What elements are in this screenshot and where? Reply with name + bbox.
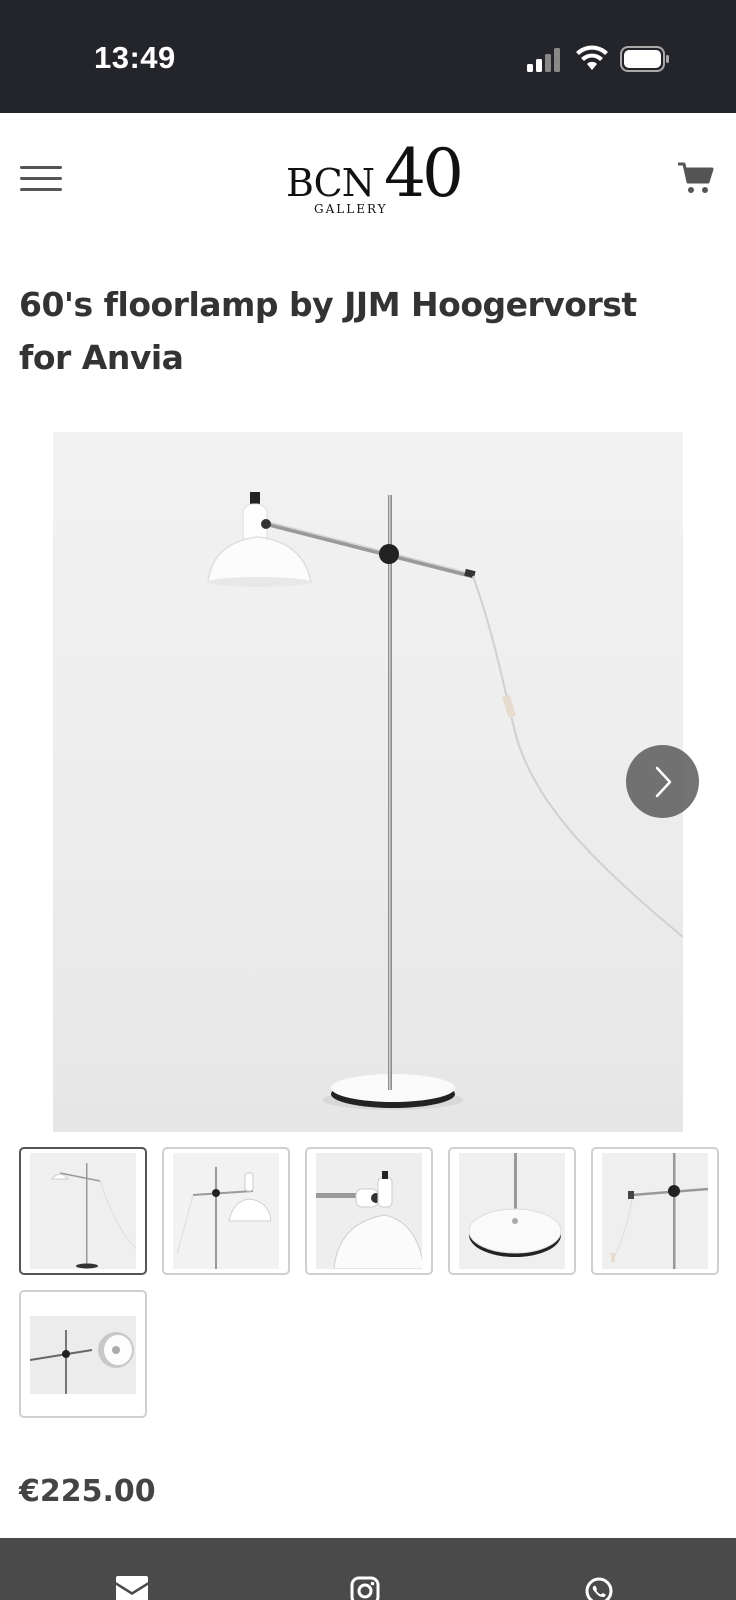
whatsapp-icon[interactable]	[582, 1576, 616, 1600]
product-price: €225.00	[19, 1474, 156, 1509]
next-image-button[interactable]	[626, 745, 699, 818]
logo-number: 40	[384, 135, 464, 212]
thumbnail-6[interactable]	[19, 1290, 147, 1418]
thumbnail-1[interactable]	[19, 1147, 147, 1275]
chevron-right-icon	[655, 766, 671, 797]
cart-icon[interactable]	[678, 160, 714, 196]
battery-icon	[620, 46, 669, 72]
product-title: 60's floorlamp by JJM Hoogervorst for An…	[19, 285, 637, 377]
email-icon[interactable]	[115, 1576, 149, 1600]
site-header: BCN 40 GALLERY	[0, 113, 736, 243]
hamburger-menu-icon[interactable]	[20, 163, 62, 195]
thumbnail-4[interactable]	[448, 1147, 576, 1275]
thumbnail-3[interactable]	[305, 1147, 433, 1275]
status-time: 13:49	[94, 40, 176, 75]
wifi-icon	[576, 45, 608, 70]
footer-contact-bar	[0, 1538, 736, 1600]
logo-subtitle: GALLERY	[314, 202, 388, 216]
status-bar: 13:49	[0, 0, 736, 113]
signal-icon	[527, 48, 560, 72]
product-main-image[interactable]	[53, 432, 683, 1132]
thumbnail-2[interactable]	[162, 1147, 290, 1275]
instagram-icon[interactable]	[348, 1576, 382, 1600]
site-logo[interactable]: BCN 40 GALLERY	[284, 141, 464, 219]
thumbnail-5[interactable]	[591, 1147, 719, 1275]
logo-brand: BCN	[286, 161, 375, 205]
